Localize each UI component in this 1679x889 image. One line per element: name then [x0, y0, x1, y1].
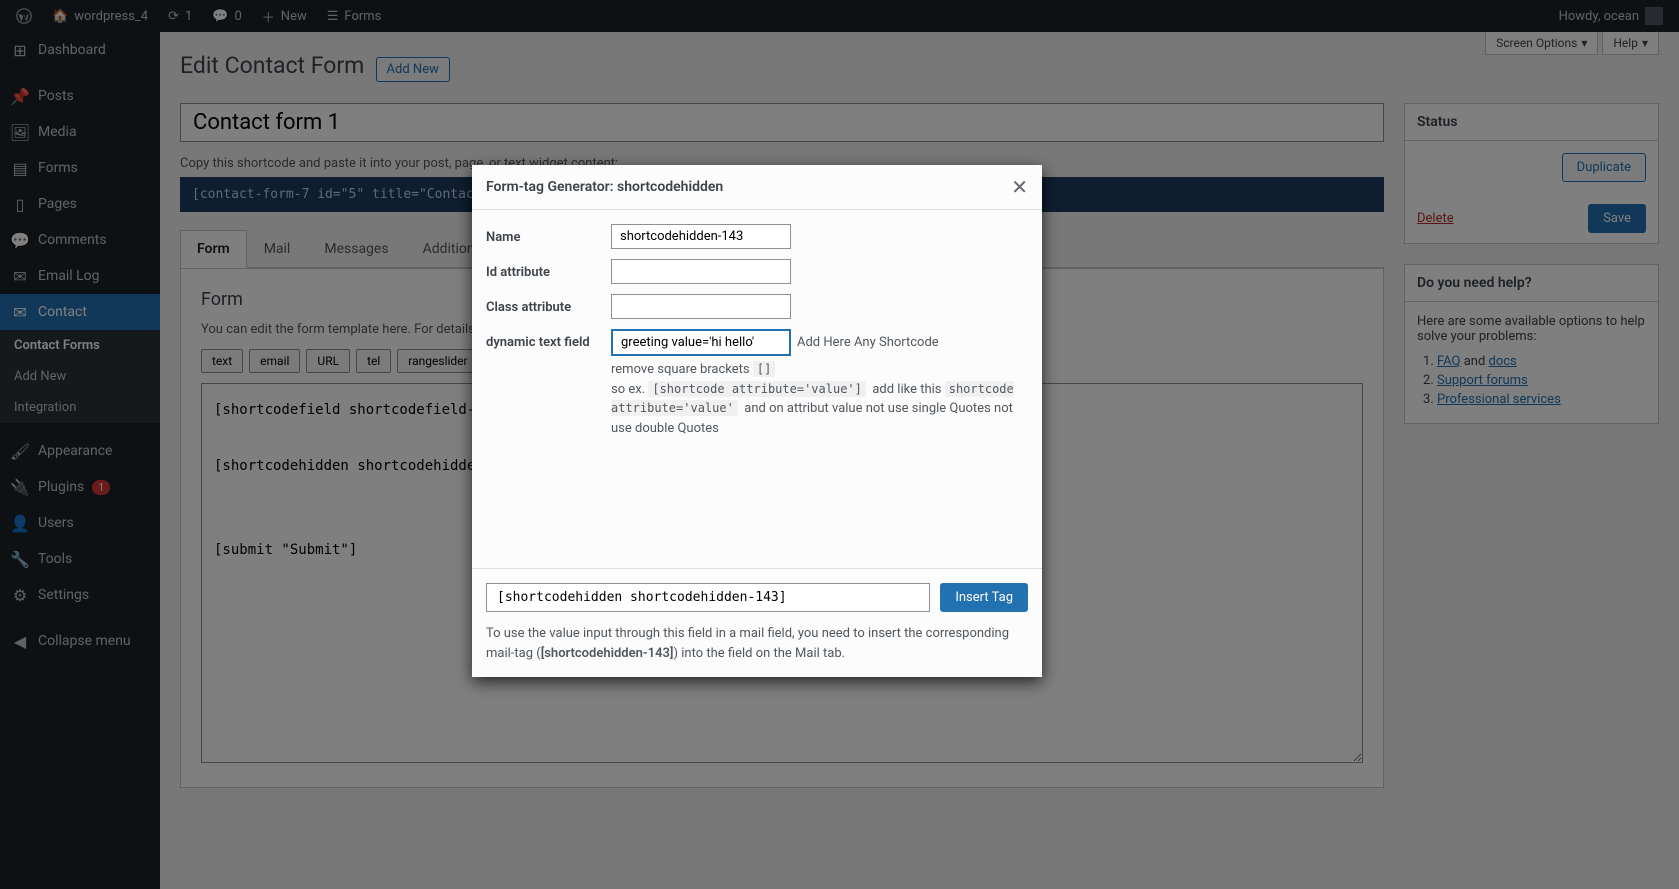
dtf-input[interactable]: [611, 329, 791, 356]
ex1: [shortcode attribute='value']: [648, 381, 866, 397]
name-label: Name: [486, 224, 611, 245]
soex: so ex.: [611, 382, 645, 397]
class-input[interactable]: [611, 294, 791, 319]
insert-tag-button[interactable]: Insert Tag: [940, 583, 1028, 612]
addlike: add like this: [872, 382, 941, 397]
name-input[interactable]: [611, 224, 791, 249]
formtag-modal: Form-tag Generator: shortcodehidden ✕ Na…: [472, 165, 1042, 677]
add-hint: Add Here Any Shortcode: [797, 335, 939, 350]
brackets-hint: []: [753, 361, 775, 377]
dtf-label: dynamic text field: [486, 329, 611, 350]
generated-tag-input[interactable]: [486, 583, 930, 612]
modal-close-button[interactable]: ✕: [1011, 175, 1028, 199]
remove-hint: remove square brackets: [611, 362, 750, 377]
modal-title: Form-tag Generator: shortcodehidden: [486, 179, 723, 195]
class-label: Class attribute: [486, 294, 611, 315]
id-label: Id attribute: [486, 259, 611, 280]
id-input[interactable]: [611, 259, 791, 284]
close-icon: ✕: [1011, 175, 1028, 199]
mail-tag-bold: [shortcodehidden-143]: [541, 646, 674, 661]
modal-foot-note: To use the value input through this fiel…: [486, 624, 1028, 663]
